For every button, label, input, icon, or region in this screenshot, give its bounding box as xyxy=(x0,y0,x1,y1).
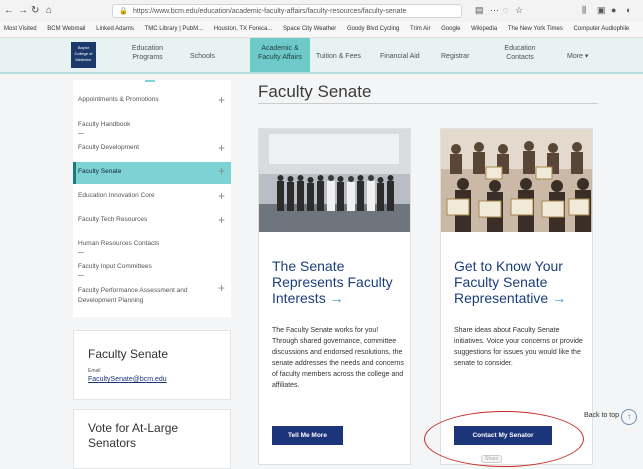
extension-icon[interactable]: ◐ xyxy=(626,5,631,15)
card-body: Share ideas about Faculty Senate initiat… xyxy=(454,327,583,367)
active-indicator xyxy=(73,162,76,184)
sidebar-item-hr-contacts[interactable]: Human Resources Contacts xyxy=(73,240,231,260)
sidebar-item-label: Faculty Development xyxy=(78,144,140,151)
reader-icon[interactable]: ▤ xyxy=(475,5,484,16)
home-icon[interactable]: ⌂ xyxy=(46,5,52,16)
representatives-photo xyxy=(441,129,592,232)
reload-icon[interactable]: ↻ xyxy=(31,5,39,16)
arrow-right-icon: → xyxy=(329,290,344,306)
sidebar-item-label: Appointments & Promotions xyxy=(78,96,159,103)
back-to-top-label[interactable]: Back to top xyxy=(584,412,619,419)
bookmark[interactable]: The New York Times xyxy=(508,26,563,32)
nav-education-contacts[interactable]: Education Contacts xyxy=(500,44,540,62)
address-bar[interactable]: 🔒 https://www.bcm.edu/education/academic… xyxy=(112,4,462,18)
sidebar-item-development[interactable]: Faculty Development + xyxy=(73,141,231,164)
plus-icon[interactable]: + xyxy=(218,141,225,155)
contact-box: Faculty Senate Email FacultySenate@bcm.e… xyxy=(73,330,231,400)
bookmark[interactable]: Computer Audiophile xyxy=(574,26,630,32)
forward-icon[interactable]: → xyxy=(18,5,28,16)
nav-financial-aid[interactable]: Financial Aid xyxy=(380,52,420,61)
contact-box-title: Faculty Senate xyxy=(88,347,169,361)
sidebar-item-label: Faculty Input Committees xyxy=(78,263,152,270)
sidebar-item-label: Faculty Tech Resources xyxy=(78,216,148,223)
plus-icon[interactable]: + xyxy=(218,93,225,107)
tell-me-more-button[interactable]: Tell Me More xyxy=(272,426,343,445)
divider xyxy=(78,275,84,276)
plus-icon[interactable]: + xyxy=(218,189,225,203)
page-title: Faculty Senate xyxy=(258,82,372,101)
sidebar-item-input-committees[interactable]: Faculty Input Committees xyxy=(73,263,231,283)
nav-schools[interactable]: Schools xyxy=(190,52,215,61)
nav-registrar[interactable]: Registrar xyxy=(441,52,469,61)
bookmark[interactable]: Goody Blvd Cycling xyxy=(347,26,399,32)
sidebar-item-label: Faculty Handbook xyxy=(78,121,131,128)
sidebar-icon[interactable]: ▣ xyxy=(597,5,606,16)
library-icon[interactable]: ⫼ xyxy=(582,5,586,16)
bookmark[interactable]: Linked Adams xyxy=(96,26,134,32)
site-nav: Baylor College of Medicine Education Pro… xyxy=(0,38,643,74)
sidebar-item-performance[interactable]: Faculty Performance Assessment and Devel… xyxy=(73,282,231,314)
bookmark[interactable]: Houston, TX Foreca... xyxy=(214,26,273,32)
senate-card: The Senate Represents Faculty Interests … xyxy=(258,128,411,465)
nav-education-programs[interactable]: Education Programs xyxy=(125,44,170,62)
more-icon[interactable]: ⋯ xyxy=(490,5,499,16)
vote-box: Vote for At-Large Senators xyxy=(73,409,231,469)
sidebar-item-senate[interactable]: Faculty Senate + xyxy=(73,162,231,184)
bcm-logo[interactable]: Baylor College of Medicine xyxy=(71,42,96,68)
vote-box-title: Vote for At-Large Senators xyxy=(88,421,179,450)
bookmark[interactable]: BCM Webmail xyxy=(47,26,85,32)
star-icon[interactable]: ☆ xyxy=(515,5,523,16)
highlight-annotation xyxy=(424,411,584,467)
url-text: https://www.bcm.edu/education/academic-f… xyxy=(133,8,407,15)
bookmark[interactable]: Space City Weather xyxy=(283,26,336,32)
bookmark[interactable]: Most Visited xyxy=(4,26,37,32)
plus-icon[interactable]: + xyxy=(218,213,225,227)
arrow-right-icon: → xyxy=(552,290,567,306)
bookmarks-bar: Most Visited BCM Webmail Linked Adams TM… xyxy=(0,22,643,38)
sidebar-item-appointments[interactable]: Appointments & Promotions + xyxy=(73,93,231,116)
share-pill[interactable]: Share xyxy=(481,455,503,463)
browser-toolbar: ← → ↻ ⌂ 🔒 https://www.bcm.edu/education/… xyxy=(0,0,643,23)
lock-icon: 🔒 xyxy=(119,8,128,15)
plus-icon[interactable]: + xyxy=(218,282,225,294)
nav-tuition-fees[interactable]: Tuition & Fees xyxy=(316,52,361,61)
sidebar-item-tech-resources[interactable]: Faculty Tech Resources + xyxy=(73,213,231,236)
sidebar-top-accent xyxy=(145,80,155,82)
card-title[interactable]: The Senate Represents Faculty Interests … xyxy=(272,258,407,306)
divider xyxy=(78,252,84,253)
card-body: The Faculty Senate works for you! Throug… xyxy=(272,327,404,389)
sidebar-item-handbook[interactable]: Faculty Handbook xyxy=(73,121,231,141)
senate-group-photo xyxy=(259,129,410,232)
account-icon[interactable]: ● xyxy=(611,5,616,15)
sidebar-item-innovation[interactable]: Education Innovation Core + xyxy=(73,189,231,212)
senate-email-link[interactable]: FacultySenate@bcm.edu xyxy=(88,376,167,383)
sidebar-item-label: Human Resources Contacts xyxy=(78,240,160,247)
back-icon[interactable]: ← xyxy=(4,5,14,16)
title-divider xyxy=(258,103,598,104)
bookmark[interactable]: Google xyxy=(441,26,460,32)
pocket-icon[interactable]: ◌ xyxy=(503,5,508,15)
sidebar-item-label: Faculty Senate xyxy=(78,168,122,175)
plus-icon[interactable]: + xyxy=(218,164,225,178)
nav-more[interactable]: More ▾ xyxy=(567,52,588,61)
sidebar-item-label: Education Innovation Core xyxy=(78,192,155,199)
arrow-up-icon[interactable]: ↑ xyxy=(621,409,637,425)
bookmark[interactable]: TMC Library | PubM... xyxy=(145,26,204,32)
sidebar-nav: Appointments & Promotions + Faculty Hand… xyxy=(73,80,231,317)
bookmark[interactable]: Wikipedia xyxy=(471,26,497,32)
sidebar-item-label: Faculty Performance Assessment and Devel… xyxy=(78,287,188,304)
nav-academic-faculty-affairs[interactable]: Academic & Faculty Affairs xyxy=(250,38,310,72)
email-label: Email xyxy=(88,368,101,374)
card-title-text: Get to Know Your Faculty Senate Represen… xyxy=(454,258,563,306)
divider xyxy=(78,133,84,134)
card-title[interactable]: Get to Know Your Faculty Senate Represen… xyxy=(454,258,589,306)
bookmark[interactable]: Trim Air xyxy=(410,26,430,32)
